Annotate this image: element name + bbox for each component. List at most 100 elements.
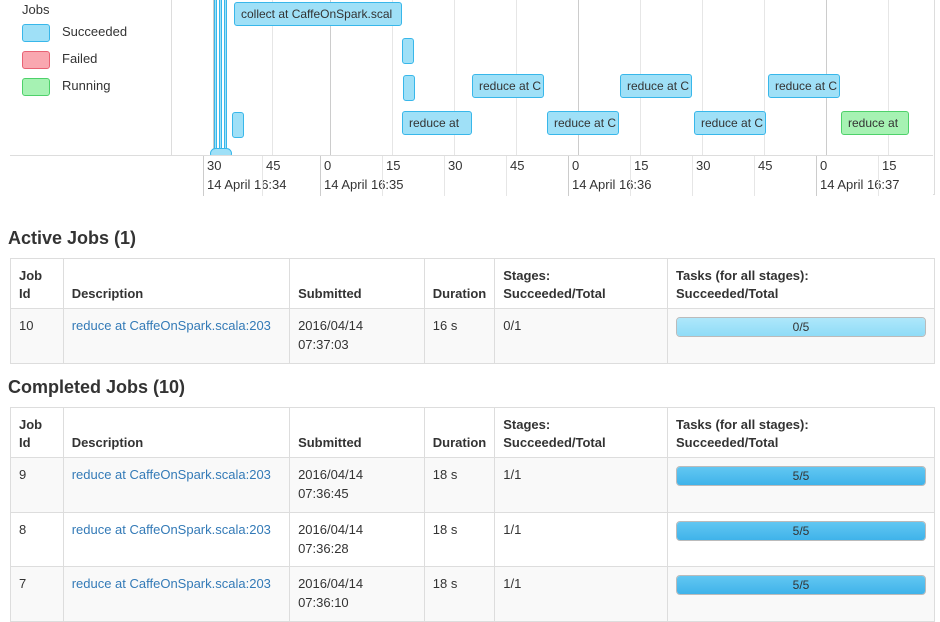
table-row[interactable]: 9 reduce at CaffeOnSpark.scala:203 2016/04… — [10, 457, 935, 513]
axis-tick-label: 0 — [572, 158, 580, 173]
cell-job-id: 10 — [10, 308, 64, 364]
cell-description: reduce at CaffeOnSpark.scala:203 — [62, 308, 291, 364]
cell-tasks: 5/5 — [667, 566, 935, 622]
cell-duration: 18 s — [423, 566, 496, 622]
timeline-job-bar-thin[interactable] — [403, 75, 415, 101]
progress-label: 5/5 — [792, 523, 810, 538]
cell-tasks: 0/5 — [667, 308, 935, 364]
column-header-job-id: Job Id — [10, 257, 64, 310]
completed-jobs-heading: Completed Jobs (10) — [8, 377, 186, 397]
submitted-time: 07:36:28 — [298, 540, 349, 556]
axis-tick — [630, 156, 631, 196]
axis-tick-label: 45 — [510, 158, 525, 173]
cell-job-id: 8 — [10, 511, 64, 568]
job-description-link[interactable]: reduce at CaffeOnSpark.scala:203 — [72, 522, 271, 537]
job-id-line2: Id — [19, 285, 31, 301]
cell-stages: 1/1 — [494, 511, 668, 568]
axis-tick-label: 30 — [207, 158, 222, 173]
legend-label: Running — [62, 78, 111, 93]
timeline-job-bar[interactable]: reduce at C — [472, 74, 544, 98]
cell-submitted: 2016/04/14 07:36:10 — [289, 566, 425, 622]
tasks-progress-bar: 5/5 — [676, 520, 926, 541]
active-jobs-table: Job Id Description Submitted Duration St… — [10, 257, 935, 364]
legend-label: Succeeded — [62, 24, 128, 39]
job-timeline[interactable]: Jobs Succeeded Failed Running collect at C… — [10, 0, 935, 196]
axis-tick — [444, 156, 445, 196]
timeline-job-bar[interactable]: reduce at C — [547, 111, 619, 135]
timeline-job-bar[interactable]: reduce at C — [620, 74, 692, 98]
job-description-link[interactable]: reduce at CaffeOnSpark.scala:203 — [72, 318, 271, 333]
cell-description: reduce at CaffeOnSpark.scala:203 — [62, 511, 291, 568]
timeline-job-bar[interactable]: collect at CaffeOnSpark.scal — [234, 2, 402, 26]
axis-tick-label: 0 — [820, 158, 828, 173]
timeline-legend: Jobs Succeeded Failed Running — [10, 0, 172, 155]
axis-tick-label: 15 — [386, 158, 401, 173]
submitted-date: 2016/04/14 — [298, 576, 364, 592]
axis-tick — [320, 156, 321, 196]
axis-tick — [506, 156, 507, 196]
cell-job-id: 7 — [10, 566, 64, 622]
axis-tick-label: 45 — [266, 158, 281, 173]
progress-label: 5/5 — [792, 469, 810, 484]
timeline-job-bar[interactable]: reduce at — [841, 111, 909, 135]
timeline-job-bar-thin[interactable] — [214, 0, 217, 155]
stages-line2: Succeeded/Total — [503, 434, 606, 450]
job-description-link[interactable]: reduce at CaffeOnSpark.scala:203 — [72, 467, 271, 482]
cell-stages: 0/1 — [494, 308, 668, 364]
submitted-date: 2016/04/14 — [298, 467, 364, 483]
timeline-job-bar-thin[interactable] — [210, 148, 232, 155]
table-row[interactable]: 10 reduce at CaffeOnSpark.scala:203 2016/0… — [10, 308, 935, 364]
axis-tick — [262, 156, 263, 196]
axis-tick-label: 0 — [324, 158, 332, 173]
cell-stages: 1/1 — [494, 457, 668, 513]
axis-date-label: 14 April 16:34 — [207, 177, 287, 192]
timeline-job-bar[interactable]: reduce at — [402, 111, 472, 135]
table-row[interactable]: 7 reduce at CaffeOnSpark.scala:203 2016/04… — [10, 566, 935, 622]
progress-label: 0/5 — [792, 320, 810, 335]
timeline-job-bar-thin[interactable] — [402, 38, 414, 64]
axis-tick — [203, 156, 204, 196]
tasks-progress-bar: 5/5 — [676, 466, 926, 487]
job-id-line1: Job — [19, 268, 43, 283]
cell-duration: 18 s — [423, 457, 496, 513]
tasks-progress-bar: 5/5 — [676, 575, 926, 596]
axis-tick-label: 30 — [696, 158, 711, 173]
stages-line1: Stages: — [503, 417, 551, 432]
axis-date-label: 14 April 16:36 — [572, 177, 652, 192]
timeline-job-bar[interactable]: reduce at C — [768, 74, 840, 98]
cell-submitted: 2016/04/14 07:36:28 — [289, 511, 425, 568]
timeline-job-bar-thin[interactable] — [232, 112, 244, 138]
table-header-row: Job Id Description Submitted Duration St… — [10, 406, 935, 459]
tasks-line1: Tasks (for all stages): — [676, 268, 809, 283]
cell-submitted: 2016/04/14 07:36:45 — [289, 457, 425, 513]
legend-swatch-succeeded-icon — [22, 24, 50, 42]
axis-tick — [382, 156, 383, 196]
tasks-progress-bar: 0/5 — [676, 317, 926, 338]
stages-line2: Succeeded/Total — [503, 285, 606, 301]
cell-tasks: 5/5 — [667, 511, 935, 568]
completed-jobs-table: Job Id Description Submitted Duration St… — [10, 406, 935, 622]
timeline-job-bar[interactable]: reduce at C — [694, 111, 766, 135]
column-header-duration: Duration — [423, 257, 496, 310]
axis-tick — [692, 156, 693, 196]
timeline-job-bar-thin[interactable] — [219, 0, 222, 155]
column-header-tasks: Tasks (for all stages): Succeeded/Total — [667, 406, 935, 459]
axis-tick-label: 30 — [448, 158, 463, 173]
submitted-date: 2016/04/14 — [298, 521, 364, 537]
column-header-job-id: Job Id — [10, 406, 64, 459]
progress-label: 5/5 — [792, 578, 810, 593]
timeline-axis: 30 14 April 16:34 45 0 14 April 16:35 15 30 45 0… — [10, 155, 933, 196]
submitted-date: 2016/04/14 — [298, 318, 364, 334]
column-header-submitted: Submitted — [289, 257, 425, 310]
stages-line1: Stages: — [503, 268, 551, 283]
column-header-description: Description — [62, 406, 291, 459]
table-row[interactable]: 8 reduce at CaffeOnSpark.scala:203 2016/04… — [10, 511, 935, 568]
axis-tick-label: 45 — [758, 158, 773, 173]
job-description-link[interactable]: reduce at CaffeOnSpark.scala:203 — [72, 576, 271, 591]
axis-tick — [878, 156, 879, 196]
axis-date-label: 14 April 16:37 — [820, 177, 900, 192]
timeline-job-bar-thin[interactable] — [224, 0, 227, 155]
timeline-plot[interactable]: collect at CaffeOnSpark.scal reduce at re… — [172, 0, 934, 155]
column-header-submitted: Submitted — [289, 406, 425, 459]
legend-title: Jobs — [22, 2, 50, 17]
